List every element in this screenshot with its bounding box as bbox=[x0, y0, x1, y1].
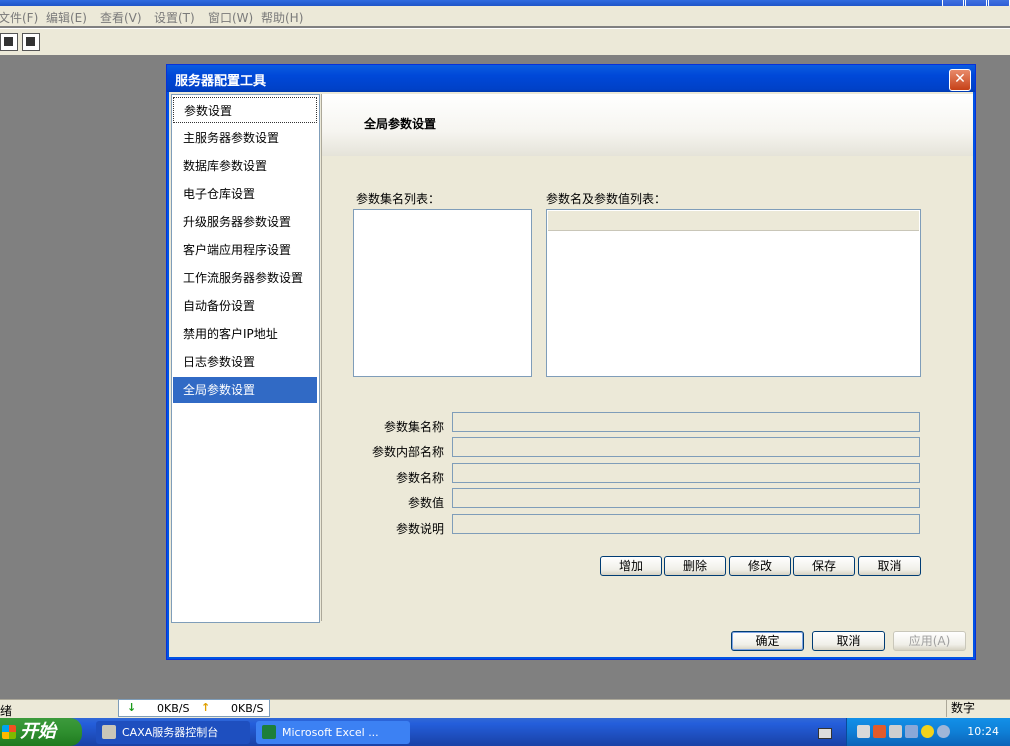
tray-volume-icon[interactable] bbox=[937, 725, 950, 738]
tray-user-icon[interactable] bbox=[873, 725, 886, 738]
menu-help[interactable]: 帮助(H) bbox=[261, 9, 303, 26]
download-arrow-icon: ↓ bbox=[127, 701, 137, 714]
nav-item-workflow-server[interactable]: 工作流服务器参数设置 bbox=[173, 265, 317, 291]
paramset-list-label: 参数集名列表： bbox=[356, 192, 441, 206]
menubar: 文件(F) 编辑(E) 查看(V) 设置(T) 窗口(W) 帮助(H) bbox=[0, 6, 1010, 26]
num-lock-indicator: 数字 bbox=[946, 699, 1010, 717]
app-icon bbox=[102, 725, 116, 739]
tray-doc-icon[interactable] bbox=[889, 725, 902, 738]
param-desc-label: 参数说明 bbox=[395, 522, 444, 536]
task-label: CAXA服务器控制台 bbox=[122, 726, 219, 739]
nav-item-main-server[interactable]: 主服务器参数设置 bbox=[173, 125, 317, 151]
statusbar: 绪 ↓ 0KB/S ↑ 0KB/S 数字 bbox=[0, 699, 1010, 718]
download-speed: 0KB/S bbox=[157, 702, 190, 715]
menu-window[interactable]: 窗口(W) bbox=[208, 9, 253, 26]
dialog-title: 服务器配置工具 bbox=[175, 74, 267, 89]
system-tray: 10:24 bbox=[846, 718, 1010, 746]
clock: 10:24 bbox=[967, 725, 999, 738]
task-excel[interactable]: Microsoft Excel ... bbox=[256, 721, 410, 744]
task-label: Microsoft Excel ... bbox=[282, 726, 379, 739]
nav-item-upgrade-server[interactable]: 升级服务器参数设置 bbox=[173, 209, 317, 235]
close-icon[interactable]: ✕ bbox=[949, 69, 971, 91]
ok-button[interactable]: 确定 bbox=[731, 631, 804, 651]
paramset-name-label: 参数集名称 bbox=[383, 420, 444, 434]
param-name-label: 参数名称 bbox=[395, 471, 444, 485]
param-internal-name-label: 参数内部名称 bbox=[371, 445, 444, 459]
param-desc-field[interactable] bbox=[452, 514, 920, 534]
param-internal-name-field[interactable] bbox=[452, 437, 920, 457]
grid-header bbox=[548, 211, 919, 231]
tray-shield-icon[interactable] bbox=[921, 725, 934, 738]
edit-icon[interactable] bbox=[22, 33, 40, 51]
content-header: 全局参数设置 bbox=[322, 94, 973, 156]
toolbar bbox=[0, 28, 1010, 56]
upload-speed: 0KB/S bbox=[231, 702, 264, 715]
nav-item-global[interactable]: 全局参数设置 bbox=[173, 377, 317, 403]
menu-view[interactable]: 查看(V) bbox=[100, 9, 142, 26]
server-config-dialog: 服务器配置工具 ✕ 参数设置 主服务器参数设置 数据库参数设置 电子仓库设置 升… bbox=[166, 64, 976, 660]
upload-arrow-icon: ↑ bbox=[201, 701, 211, 714]
dialog-titlebar[interactable]: 服务器配置工具 ✕ bbox=[167, 65, 975, 92]
menu-settings[interactable]: 设置(T) bbox=[154, 9, 195, 26]
network-meter: ↓ 0KB/S ↑ 0KB/S bbox=[118, 699, 270, 717]
param-list-label: 参数名及参数值列表： bbox=[546, 192, 667, 206]
delete-button[interactable]: 删除 bbox=[664, 556, 726, 576]
cancel-edit-button[interactable]: 取消 bbox=[858, 556, 921, 576]
cancel-button[interactable]: 取消 bbox=[812, 631, 885, 651]
start-label: 开始 bbox=[20, 721, 56, 742]
menu-edit[interactable]: 编辑(E) bbox=[46, 9, 87, 26]
apply-button[interactable]: 应用(A) bbox=[893, 631, 966, 651]
network-icon[interactable] bbox=[0, 33, 18, 51]
content-panel: 全局参数设置 参数集名列表： 参数名及参数值列表： 参数集名称 参数内部名称 参… bbox=[321, 94, 973, 621]
modify-button[interactable]: 修改 bbox=[729, 556, 791, 576]
add-button[interactable]: 增加 bbox=[600, 556, 662, 576]
tray-app-icon[interactable] bbox=[857, 725, 870, 738]
nav-item-database[interactable]: 数据库参数设置 bbox=[173, 153, 317, 179]
content-title: 全局参数设置 bbox=[364, 117, 437, 131]
paramset-list[interactable] bbox=[353, 209, 532, 377]
keyboard-icon[interactable] bbox=[818, 728, 832, 739]
start-button[interactable]: 开始 bbox=[0, 718, 82, 746]
param-value-label: 参数值 bbox=[407, 496, 444, 510]
nav-panel: 参数设置 主服务器参数设置 数据库参数设置 电子仓库设置 升级服务器参数设置 客… bbox=[171, 94, 320, 623]
nav-item-auto-backup[interactable]: 自动备份设置 bbox=[173, 293, 317, 319]
task-caxa-console[interactable]: CAXA服务器控制台 bbox=[96, 721, 250, 744]
nav-item-client-app[interactable]: 客户端应用程序设置 bbox=[173, 237, 317, 263]
tray-monitor-icon[interactable] bbox=[905, 725, 918, 738]
menu-file[interactable]: 文件(F) bbox=[0, 9, 38, 26]
save-button[interactable]: 保存 bbox=[793, 556, 855, 576]
nav-item-params[interactable]: 参数设置 bbox=[173, 97, 317, 123]
windows-logo-icon bbox=[2, 725, 16, 739]
status-text: 绪 bbox=[0, 704, 13, 718]
param-name-field[interactable] bbox=[452, 463, 920, 483]
param-value-field[interactable] bbox=[452, 488, 920, 508]
nav-item-e-vault[interactable]: 电子仓库设置 bbox=[173, 181, 317, 207]
nav-item-banned-ip[interactable]: 禁用的客户IP地址 bbox=[173, 321, 317, 347]
taskbar: 开始 CAXA服务器控制台 Microsoft Excel ... 10:24 bbox=[0, 718, 1010, 746]
excel-icon bbox=[262, 725, 276, 739]
nav-item-log[interactable]: 日志参数设置 bbox=[173, 349, 317, 375]
paramset-name-field[interactable] bbox=[452, 412, 920, 432]
param-value-grid[interactable] bbox=[546, 209, 921, 377]
